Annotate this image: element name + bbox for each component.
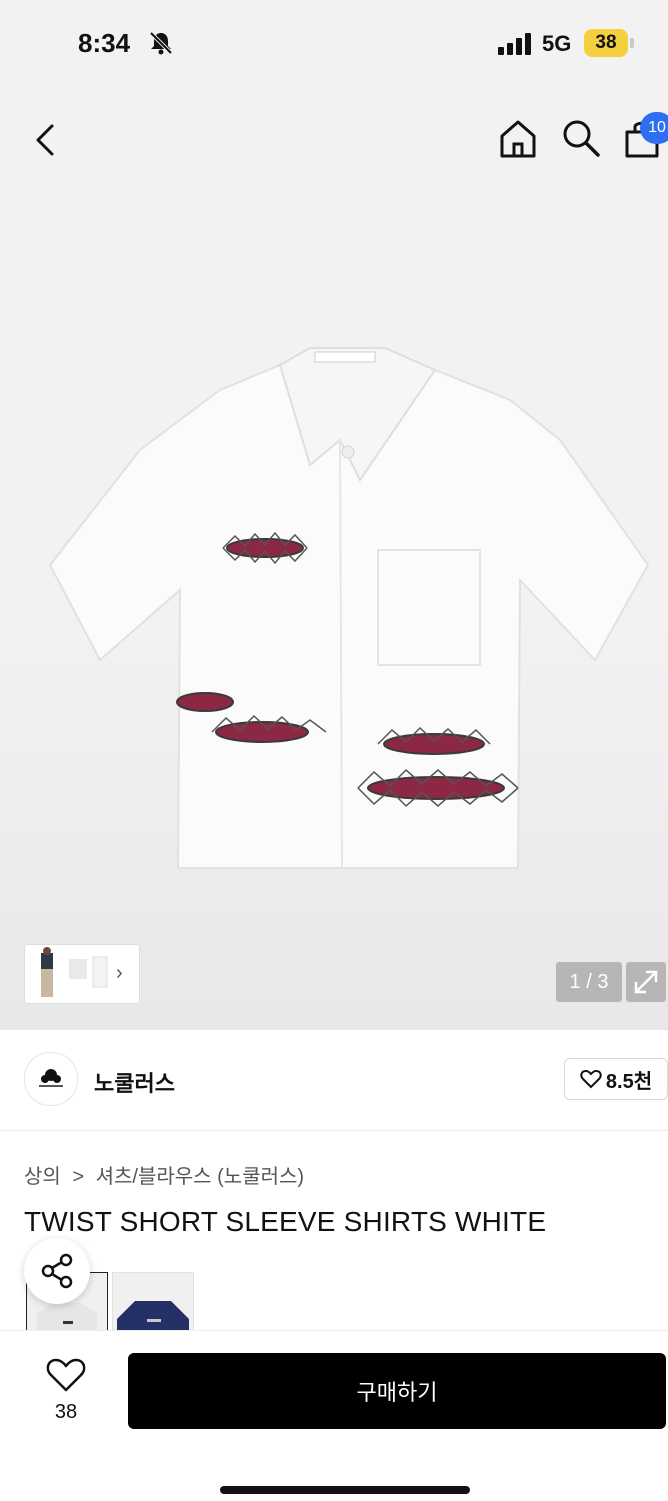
back-arrow-icon[interactable]: [28, 120, 64, 160]
home-indicator[interactable]: [220, 1486, 470, 1494]
status-bar: 8:34 5G 38: [0, 0, 668, 90]
brand-logo-mark: [39, 1069, 63, 1087]
product-image[interactable]: [40, 340, 650, 880]
brand-row[interactable]: 노쿨러스 8.5천: [0, 1030, 668, 1131]
network-label: 5G: [542, 31, 572, 56]
home-icon[interactable]: [496, 116, 540, 162]
search-icon[interactable]: [560, 116, 602, 160]
brand-like-count: 8.5천: [605, 1070, 653, 1093]
chevron-right-icon[interactable]: ›: [116, 962, 123, 985]
buy-button[interactable]: 구매하기: [128, 1353, 666, 1429]
battery-tip: [630, 38, 634, 48]
shirt-illustration: [48, 347, 650, 869]
bottom-action-bar: 38 구매하기: [0, 1330, 668, 1501]
wishlist-heart-icon[interactable]: [46, 1357, 86, 1393]
brand-like-button[interactable]: 8.5천: [564, 1058, 668, 1100]
status-time: 8:34: [78, 28, 131, 58]
breadcrumb: 상의 > 셔츠/블라우스 (노쿨러스): [24, 1160, 304, 1189]
signal-icon: [498, 33, 531, 55]
breadcrumb-subcategory[interactable]: 셔츠/블라우스 (노쿨러스): [96, 1166, 304, 1188]
product-title: TWIST SHORT SLEEVE SHIRTS WHITE: [24, 1206, 547, 1237]
breadcrumb-separator: >: [72, 1166, 85, 1188]
share-button[interactable]: [24, 1238, 90, 1304]
expand-icon: [634, 970, 658, 994]
bell-mute-icon: [149, 31, 173, 55]
cart-count-badge: 10: [640, 112, 668, 144]
brand-logo[interactable]: [24, 1052, 78, 1106]
battery-level: 38: [584, 29, 628, 57]
heart-icon: [580, 1069, 602, 1089]
breadcrumb-category[interactable]: 상의: [24, 1166, 61, 1188]
image-counter: 1 / 3: [556, 962, 622, 1002]
share-icon: [41, 1253, 73, 1289]
brand-name[interactable]: 노쿨러스: [94, 1066, 175, 1098]
wishlist-count: 38: [54, 1401, 78, 1423]
expand-button[interactable]: [626, 962, 666, 1002]
